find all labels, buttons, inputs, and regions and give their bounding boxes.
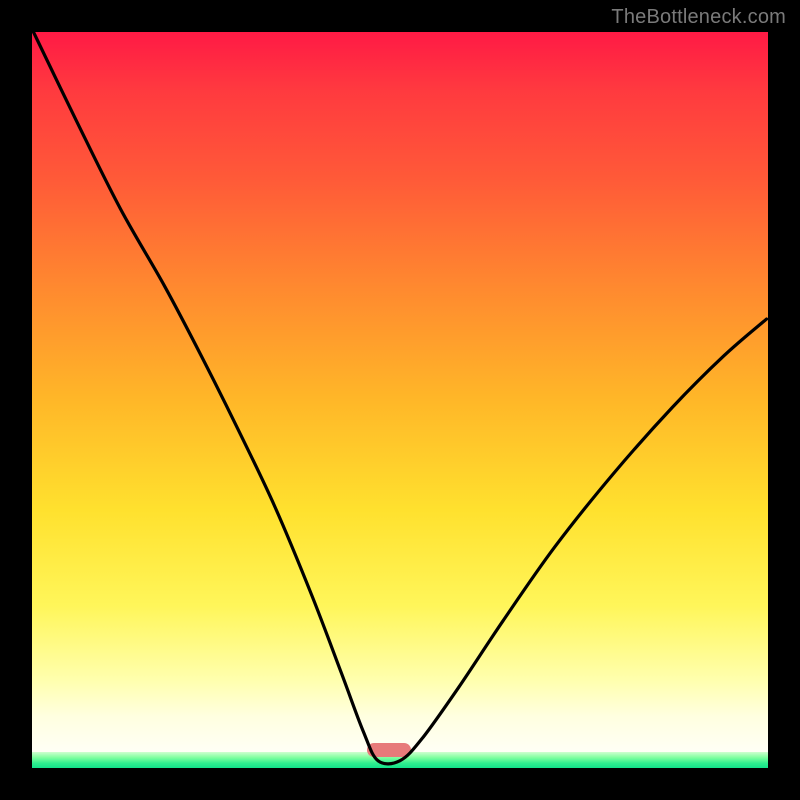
chart-frame: No axes or tick labels are rendered; x a…: [0, 0, 800, 800]
plot-area: No axes or tick labels are rendered; x a…: [32, 32, 768, 768]
bottleneck-curve: [32, 32, 768, 768]
watermark-text: TheBottleneck.com: [611, 6, 786, 29]
